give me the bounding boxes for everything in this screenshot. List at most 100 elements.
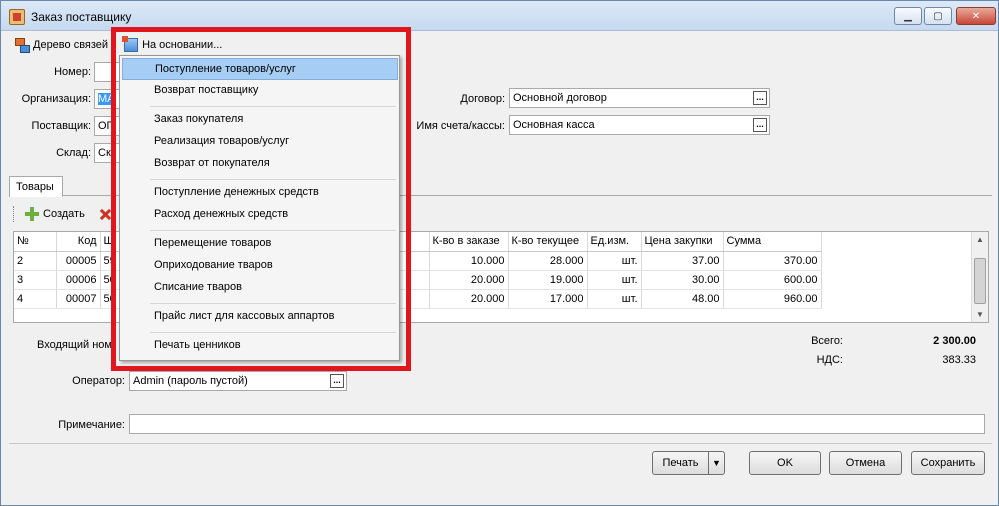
operator-select-button[interactable]: ... xyxy=(330,374,344,388)
based-on-label: На основании... xyxy=(142,39,223,51)
table-cell: 00007 xyxy=(56,289,101,309)
warehouse-value: Ск xyxy=(98,147,111,159)
table-cell: 3 xyxy=(14,270,57,290)
table-cell: 00005 xyxy=(56,251,101,271)
close-button[interactable]: ✕ xyxy=(956,7,996,25)
table-cell: 4 xyxy=(14,289,57,309)
cancel-label: Отмена xyxy=(845,457,886,469)
grid-toolbar: Создать xyxy=(13,203,115,225)
menu-item-goods-writeoff[interactable]: Списание тваров xyxy=(122,277,398,299)
menu-item-print-price-tags[interactable]: Печать ценников xyxy=(122,335,398,357)
note-field[interactable] xyxy=(129,414,985,434)
supplier-label: Поставщик: xyxy=(31,120,91,132)
menu-item-price-list[interactable]: Прайс лист для кассовых аппартов xyxy=(122,306,398,328)
column-header[interactable]: Ед.изм. xyxy=(587,232,642,252)
toolbar-grip xyxy=(13,206,15,222)
print-button[interactable]: Печать ▼ xyxy=(652,451,725,475)
scroll-thumb[interactable] xyxy=(974,258,986,304)
menu-item-cash-receipt[interactable]: Поступление денежных средств xyxy=(122,182,398,204)
footer-divider xyxy=(9,443,992,444)
menu-item-sales[interactable]: Реализация товаров/услуг xyxy=(122,131,398,153)
menu-item-return-from-customer[interactable]: Возврат от покупателя xyxy=(122,153,398,175)
scroll-down-icon[interactable]: ▼ xyxy=(976,310,984,319)
supplier-value: ОП xyxy=(98,120,115,132)
cancel-button[interactable]: Отмена xyxy=(829,451,902,475)
table-cell: 370.00 xyxy=(723,251,822,271)
menu-item-goods-receipt[interactable]: Поступление товаров/услуг xyxy=(122,58,398,80)
contract-label: Договор: xyxy=(460,93,505,105)
create-button[interactable]: Создать xyxy=(21,207,89,221)
minimize-button[interactable]: ▁ xyxy=(894,7,922,25)
vat-value: 383.33 xyxy=(942,354,976,366)
delete-button[interactable] xyxy=(95,208,115,220)
create-label: Создать xyxy=(43,208,85,220)
scroll-up-icon[interactable]: ▲ xyxy=(976,235,984,244)
print-dropdown-icon[interactable]: ▼ xyxy=(708,452,724,474)
menu-separator xyxy=(150,303,396,304)
menu-item-customer-order[interactable]: Заказ покупателя xyxy=(122,109,398,131)
menu-item-goods-transfer[interactable]: Перемещение товаров xyxy=(122,233,398,255)
menu-separator xyxy=(150,179,396,180)
operator-label: Оператор: xyxy=(72,375,125,387)
column-header[interactable]: К-во в заказе xyxy=(429,232,509,252)
minimize-icon: ▁ xyxy=(904,10,912,22)
table-cell: 600.00 xyxy=(723,270,822,290)
menu-separator xyxy=(150,106,396,107)
table-cell: 960.00 xyxy=(723,289,822,309)
plus-icon xyxy=(25,207,39,221)
table-cell: 00006 xyxy=(56,270,101,290)
contract-value: Основной договор xyxy=(513,92,607,104)
table-cell: 48.00 xyxy=(641,289,724,309)
operator-field[interactable]: Admin (пароль пустой) ... xyxy=(129,371,347,391)
table-cell: 10.000 xyxy=(429,251,509,271)
total-label: Всего: xyxy=(811,335,843,347)
vertical-scrollbar[interactable]: ▲ ▼ xyxy=(971,232,988,322)
table-cell: 30.00 xyxy=(641,270,724,290)
column-header[interactable]: Сумма xyxy=(723,232,822,252)
operator-value: Admin (пароль пустой) xyxy=(133,375,248,387)
account-field[interactable]: Основная касса ... xyxy=(509,115,770,135)
account-select-button[interactable]: ... xyxy=(753,118,767,132)
column-header[interactable]: Код xyxy=(56,232,101,252)
order-window: Заказ поставщику ▁ ▢ ✕ Дерево связей На … xyxy=(0,0,999,506)
table-cell: 20.000 xyxy=(429,270,509,290)
incoming-number-label: Входящий ном xyxy=(37,339,112,351)
table-cell: 28.000 xyxy=(508,251,588,271)
title-bar: Заказ поставщику ▁ ▢ ✕ xyxy=(1,1,998,31)
menu-item-cash-expense[interactable]: Расход денежных средств xyxy=(122,204,398,226)
save-label: Сохранить xyxy=(920,457,976,469)
table-cell: шт. xyxy=(587,289,642,309)
top-toolbar: Дерево связей На основании... xyxy=(11,35,226,55)
contract-select-button[interactable]: ... xyxy=(753,91,767,105)
table-cell: 20.000 xyxy=(429,289,509,309)
app-icon xyxy=(9,9,25,25)
table-cell: 17.000 xyxy=(508,289,588,309)
table-cell: шт. xyxy=(587,270,642,290)
based-on-icon xyxy=(122,36,139,52)
save-button[interactable]: Сохранить xyxy=(911,451,985,475)
window-title: Заказ поставщику xyxy=(31,10,132,24)
tab-goods[interactable]: Товары xyxy=(9,176,63,197)
delete-icon xyxy=(99,208,111,220)
relation-tree-button[interactable]: Дерево связей xyxy=(11,38,112,53)
column-header[interactable]: Цена закупки xyxy=(641,232,724,252)
column-header[interactable]: № xyxy=(14,232,57,252)
maximize-button[interactable]: ▢ xyxy=(924,7,952,25)
table-cell: 2 xyxy=(14,251,57,271)
print-label: Печать xyxy=(662,457,699,469)
column-header[interactable]: К-во текущее xyxy=(508,232,588,252)
relation-tree-icon xyxy=(15,38,30,53)
menu-item-return-to-supplier[interactable]: Возврат поставщику xyxy=(122,80,398,102)
organization-value: МА xyxy=(98,93,115,105)
ok-button[interactable]: OK xyxy=(749,451,821,475)
total-value: 2 300.00 xyxy=(933,335,976,347)
ok-label: OK xyxy=(777,457,793,469)
maximize-icon: ▢ xyxy=(933,10,943,22)
table-cell: 19.000 xyxy=(508,270,588,290)
contract-field[interactable]: Основной договор ... xyxy=(509,88,770,108)
vat-label: НДС: xyxy=(816,354,843,366)
warehouse-label: Склад: xyxy=(56,147,91,159)
based-on-button[interactable]: На основании... xyxy=(120,36,226,52)
menu-item-goods-posting[interactable]: Оприходование тваров xyxy=(122,255,398,277)
table-cell: 37.00 xyxy=(641,251,724,271)
